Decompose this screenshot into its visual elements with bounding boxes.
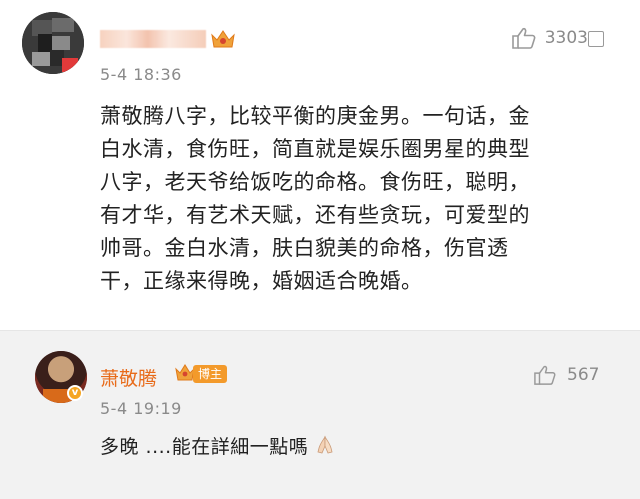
reply-card: v 萧敬腾 博主 5-4 19:19 567 多晚 ....能在詳細一點嗎	[0, 331, 640, 499]
close-box-icon[interactable]	[588, 31, 604, 47]
like-count: 3303	[544, 28, 588, 48]
comment-body: 萧敬腾八字，比较平衡的庚金男。一句话，金 白水清，食伤旺，简直就是娱乐圈男星的典…	[100, 100, 600, 298]
comment-card: 5-4 18:36 3303 萧敬腾八字，比较平衡的庚金男。一句话，金 白水清，…	[0, 0, 640, 330]
user-avatar-blurred[interactable]	[22, 12, 84, 74]
reply-username[interactable]: 萧敬腾	[100, 364, 157, 391]
reply-timestamp: 5-4 19:19	[100, 399, 182, 418]
comment-line: 有才华，有艺术天赋，还有些贪玩，可爱型的	[100, 203, 530, 227]
praying-hands-emoji	[317, 435, 333, 454]
username-blurred[interactable]	[100, 30, 206, 48]
vip-crown-icon	[211, 30, 235, 48]
reply-like-button[interactable]: 567	[533, 364, 599, 386]
verified-badge-icon: v	[67, 385, 83, 401]
comment-line: 萧敬腾八字，比较平衡的庚金男。一句话，金	[100, 104, 530, 128]
thumbs-up-icon	[534, 365, 556, 385]
comment-line: 干，正缘来得晚，婚姻适合晚婚。	[100, 269, 423, 293]
like-button[interactable]: 3303	[511, 26, 588, 50]
comment-timestamp: 5-4 18:36	[100, 65, 182, 84]
thumbs-up-icon	[511, 27, 536, 49]
reply-text: 多晚 ....能在詳細一點嗎	[100, 436, 309, 458]
author-badge: 博主	[193, 365, 228, 383]
reply-body: 多晚 ....能在詳細一點嗎	[100, 432, 335, 459]
reply-like-count: 567	[567, 365, 600, 385]
vip-crown-icon	[175, 364, 195, 381]
comment-line: 帅哥。金白水清，肤白貌美的命格，伤官透	[100, 236, 509, 260]
comment-line: 八字，老天爷给饭吃的命格。食伤旺，聪明，	[100, 170, 530, 194]
comment-line: 白水清，食伤旺，简直就是娱乐圈男星的典型	[100, 137, 530, 161]
